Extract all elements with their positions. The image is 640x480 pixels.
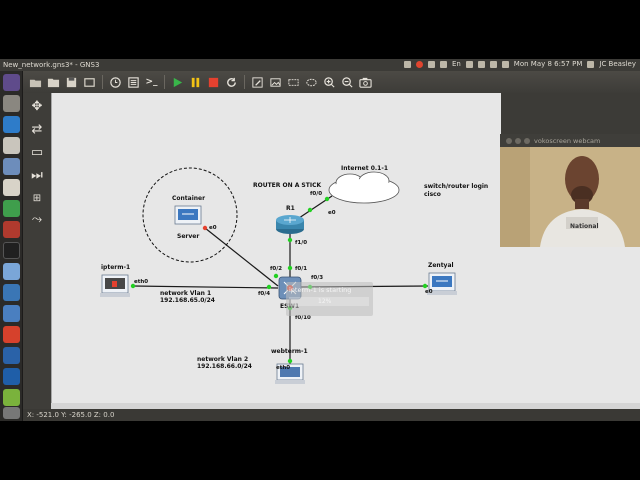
maximize-icon[interactable] xyxy=(524,138,530,144)
container-port-label: e0 xyxy=(209,225,217,231)
server-icon[interactable] xyxy=(174,205,202,225)
ipterm-label[interactable]: ipterm-1 xyxy=(101,264,130,271)
internet-cloud-icon[interactable] xyxy=(328,171,400,204)
webterm-port-label: eth0 xyxy=(276,365,291,371)
port-dot-up xyxy=(422,283,428,289)
starting-toast: ipterm-1 is starting 12% xyxy=(286,282,373,316)
router-port-f00: f0/0 xyxy=(310,191,323,197)
ipterm-icon[interactable] xyxy=(100,274,130,297)
port-dot-up xyxy=(287,237,293,243)
link-container-switch[interactable] xyxy=(204,227,279,287)
minimize-icon[interactable] xyxy=(515,138,521,144)
cloud-port-label: e0 xyxy=(328,210,336,216)
ipterm-port-label: eth0 xyxy=(134,279,149,285)
server-label[interactable]: Server xyxy=(177,233,199,240)
webterm-label[interactable]: webterm-1 xyxy=(271,348,308,355)
switch-port-f02: f0/2 xyxy=(270,266,283,272)
vlan2-note[interactable]: network Vlan 2 192.168.66.0/24 xyxy=(197,356,252,370)
vlan1-note[interactable]: network Vlan 1 192.168.65.0/24 xyxy=(160,290,215,304)
port-dot-down xyxy=(202,225,208,231)
close-icon[interactable] xyxy=(506,138,512,144)
router-port-f10: f1/0 xyxy=(295,240,308,246)
port-dot-up xyxy=(307,207,313,213)
shirt-text: National xyxy=(570,223,599,230)
zentyal-label[interactable]: Zentyal xyxy=(428,262,454,269)
toast-percent: 12% xyxy=(318,298,332,305)
zentyal-port-label: e0 xyxy=(425,289,433,295)
coordinates-readout: X: -521.0 Y: -265.0 Z: 0.0 xyxy=(27,411,115,419)
switch-port-f04: f0/4 xyxy=(258,291,271,297)
cloud-label[interactable]: Internet 0.1-1 xyxy=(341,165,388,172)
webcam-feed: National xyxy=(500,147,640,247)
port-dot-up xyxy=(273,273,279,279)
container-label[interactable]: Container xyxy=(172,195,205,202)
port-dot-up xyxy=(287,265,293,271)
switch-port-f01: f0/1 xyxy=(295,266,308,272)
toast-text: ipterm-1 is starting xyxy=(289,286,352,294)
desktop-screen: New_network.gns3* - GNS3 En Mon May 8 6:… xyxy=(0,59,640,421)
link-ipterm-switch[interactable] xyxy=(132,285,279,289)
port-dot-up xyxy=(266,284,272,290)
login-note[interactable]: switch/router login cisco xyxy=(424,183,488,199)
port-dot-up xyxy=(324,196,330,202)
router-label[interactable]: R1 xyxy=(286,205,295,212)
topology-title[interactable]: ROUTER ON A STICK xyxy=(253,182,321,189)
webcam-window[interactable]: vokoscreen webcam National xyxy=(500,134,640,247)
status-bar: X: -521.0 Y: -265.0 Z: 0.0 xyxy=(23,409,640,421)
router-icon[interactable] xyxy=(276,215,304,234)
switch-port-f03: f0/3 xyxy=(311,275,324,281)
port-dot-up xyxy=(287,358,293,364)
webcam-window-controls xyxy=(506,138,530,144)
